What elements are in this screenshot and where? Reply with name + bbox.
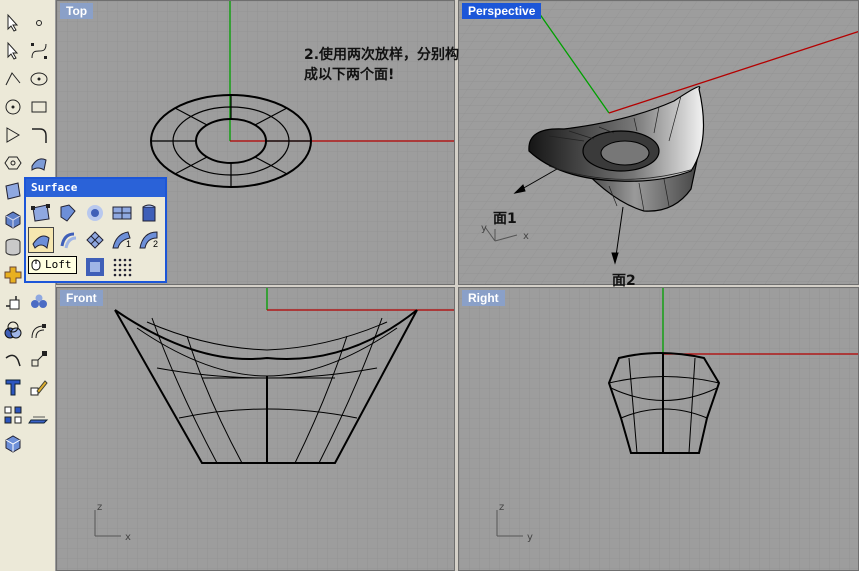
viewport-label-perspective[interactable]: Perspective <box>462 3 542 19</box>
select-arrow-icon[interactable] <box>2 12 24 34</box>
loft-icon[interactable] <box>28 227 54 253</box>
viewport-label-top[interactable]: Top <box>60 3 94 19</box>
front-axis-z-label: z <box>97 502 102 513</box>
sweep2-badge: 2 <box>153 239 159 249</box>
right-axis-z-label: z <box>499 502 504 513</box>
revolve-icon[interactable] <box>56 228 80 252</box>
point-grid-icon[interactable] <box>110 255 134 279</box>
move-icon[interactable] <box>2 292 24 314</box>
viewport-label-front[interactable]: Front <box>60 290 103 306</box>
front-axis-x-label: x <box>125 532 131 543</box>
persp-axis-x-label: x <box>523 231 529 242</box>
polygon-icon[interactable] <box>2 124 24 146</box>
viewport-right[interactable]: z y Right <box>458 287 859 571</box>
mouse-icon <box>31 258 41 271</box>
surface-edit-icon[interactable] <box>28 152 50 174</box>
edit-pencil-icon[interactable] <box>28 376 50 398</box>
sweep1-icon[interactable]: 1 <box>110 228 134 252</box>
network-surface-icon[interactable] <box>83 228 107 252</box>
flyout-title[interactable]: Surface <box>26 179 165 197</box>
front-view-canvas: z x <box>57 288 454 570</box>
sweep1-badge: 1 <box>126 239 132 249</box>
surface-label-2: 面2 <box>612 273 636 289</box>
dimension-icon[interactable] <box>2 348 24 370</box>
hexagon-icon[interactable] <box>2 152 24 174</box>
surface-label-1: 面1 <box>493 211 517 227</box>
edge-surface-icon[interactable] <box>56 201 80 225</box>
perspective-view-canvas: y x <box>459 1 858 284</box>
boolean-icon[interactable] <box>2 320 24 342</box>
blend-surface-icon[interactable] <box>83 255 107 279</box>
curve-icon[interactable] <box>28 40 50 62</box>
viewport-perspective[interactable]: y x Perspective <box>458 0 859 285</box>
rectangle-icon[interactable] <box>28 96 50 118</box>
annotation-line-1: 2.使用两次放样，分别构 <box>304 47 460 63</box>
surface-from-corners-icon[interactable] <box>29 201 53 225</box>
right-view-canvas: z y <box>459 288 858 570</box>
solid-box-icon[interactable] <box>2 208 24 230</box>
ellipse-icon[interactable] <box>28 68 50 90</box>
plane-icon[interactable] <box>110 201 134 225</box>
circle-icon[interactable] <box>2 96 24 118</box>
sphere-group-icon[interactable] <box>28 292 50 314</box>
scale-icon[interactable] <box>28 348 50 370</box>
grid-icon[interactable] <box>2 404 24 426</box>
annotation-line-2: 成以下两个面! <box>304 67 395 83</box>
fillet-icon[interactable] <box>28 124 50 146</box>
viewport-label-right[interactable]: Right <box>462 290 505 306</box>
right-axis-y-label: y <box>527 532 533 543</box>
surface-icon[interactable] <box>2 180 24 202</box>
select-arrow-icon[interactable] <box>2 40 24 62</box>
patch-icon[interactable] <box>83 201 107 225</box>
transform-icon[interactable] <box>2 264 24 286</box>
cylinder-icon[interactable] <box>2 236 24 258</box>
offset-icon[interactable] <box>28 320 50 342</box>
main-toolbar <box>0 0 56 571</box>
cplane-icon[interactable] <box>28 404 50 426</box>
viewport-front[interactable]: z x Front <box>56 287 455 571</box>
text-icon[interactable] <box>2 376 24 398</box>
polyline-icon[interactable] <box>2 68 24 90</box>
render-icon[interactable] <box>2 432 24 454</box>
persp-axis-y-label: y <box>481 223 487 234</box>
point-icon[interactable] <box>28 12 50 34</box>
extrude-icon[interactable] <box>137 201 161 225</box>
sweep2-icon[interactable]: 2 <box>137 228 161 252</box>
